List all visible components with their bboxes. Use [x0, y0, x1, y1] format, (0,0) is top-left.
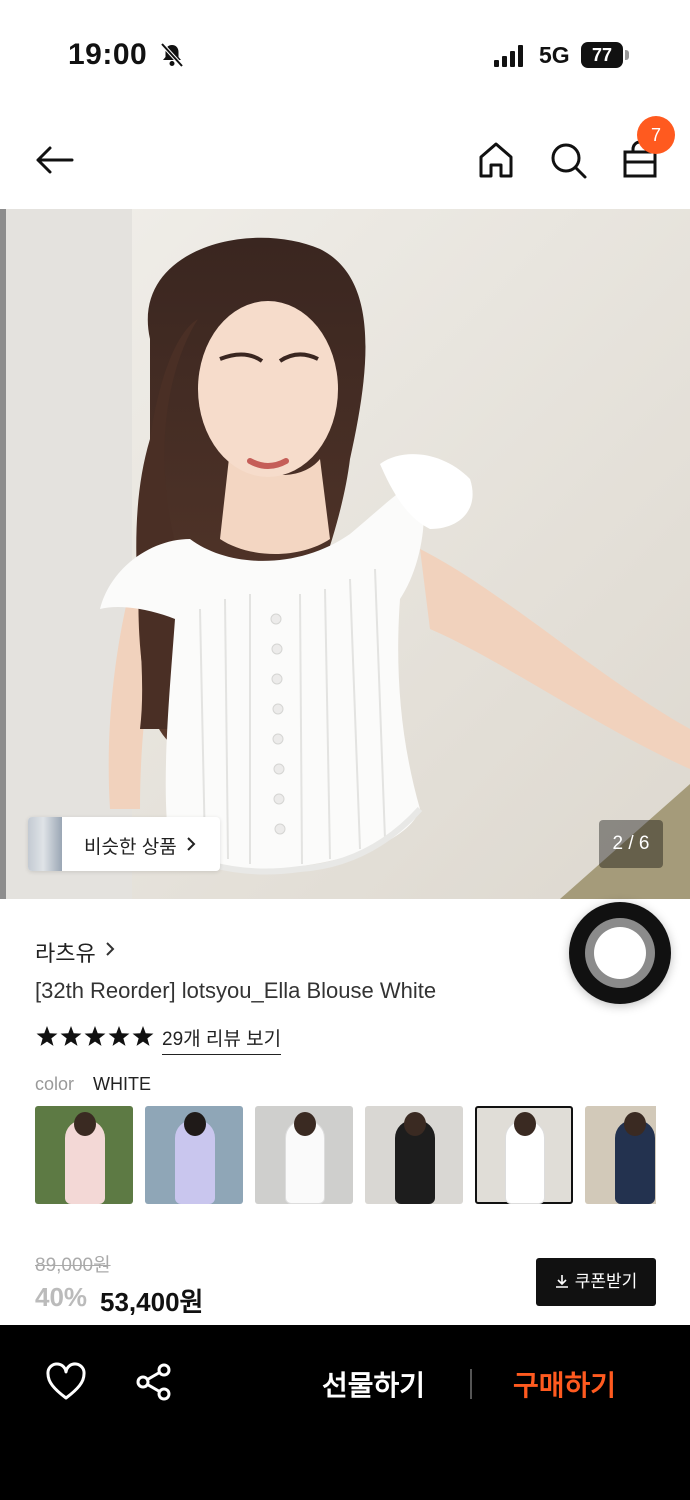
network-type: 5G [539, 42, 570, 68]
back-arrow-icon[interactable] [32, 138, 76, 182]
bell-off-icon [160, 42, 184, 68]
bottom-action-bar [0, 1325, 690, 1500]
battery-icon: 77 [581, 42, 629, 68]
star-icon [132, 1026, 154, 1046]
similar-products-label: 비슷한 상품 [84, 837, 177, 858]
chevron-right-icon [187, 837, 196, 851]
color-swatch-list [35, 1106, 656, 1204]
search-icon[interactable] [546, 138, 590, 182]
color-swatch-white[interactable] [475, 1106, 573, 1204]
floating-camera-button[interactable] [569, 902, 671, 1004]
product-photo[interactable] [0, 209, 690, 899]
selected-color-value: WHITE [93, 1074, 151, 1094]
original-price: 89,000원 [35, 1255, 111, 1276]
battery-level: 77 [581, 42, 623, 68]
image-pager: 2 / 6 [599, 820, 663, 868]
coupon-label: 쿠폰받기 [574, 1272, 638, 1291]
status-bar: 19:00 5G 77 [0, 0, 690, 110]
gift-button[interactable]: 선물하기 [322, 1364, 425, 1404]
buy-button[interactable]: 구매하기 [513, 1364, 616, 1404]
discount-rate: 40% [35, 1282, 88, 1312]
color-swatch-lavender[interactable] [145, 1106, 243, 1204]
bar-divider [470, 1369, 472, 1399]
camera-ring-icon [585, 918, 655, 988]
cart-count-badge: 7 [637, 116, 675, 154]
share-icon[interactable] [134, 1362, 174, 1402]
review-link[interactable]: 29개 리뷰 보기 [162, 1024, 282, 1055]
color-swatch-pink[interactable] [35, 1106, 133, 1204]
star-icon [36, 1026, 58, 1046]
product-photo-illustration [0, 209, 690, 899]
download-icon [555, 1275, 568, 1288]
get-coupon-button[interactable]: 쿠폰받기 [536, 1258, 656, 1306]
heart-icon[interactable] [44, 1360, 88, 1404]
brand-name-link[interactable]: 라츠유 [35, 936, 96, 968]
color-swatch-black[interactable] [365, 1106, 463, 1204]
similar-product-thumbnail [28, 817, 62, 871]
rating-stars-icon [36, 1026, 154, 1046]
product-title: [32th Reorder] lotsyou_Ella Blouse White [35, 978, 437, 1003]
signal-icon [494, 45, 523, 67]
star-icon [60, 1026, 82, 1046]
status-time: 19:00 [68, 38, 148, 71]
color-label: color [35, 1074, 75, 1094]
home-icon[interactable] [474, 138, 518, 182]
brand-chevron-icon [106, 942, 115, 956]
color-swatch-white-alt[interactable] [255, 1106, 353, 1204]
star-icon [84, 1026, 106, 1046]
top-nav [0, 110, 690, 208]
sale-price: 53,400원 [100, 1287, 204, 1317]
star-icon [108, 1026, 130, 1046]
color-swatch-navy[interactable] [585, 1106, 656, 1204]
